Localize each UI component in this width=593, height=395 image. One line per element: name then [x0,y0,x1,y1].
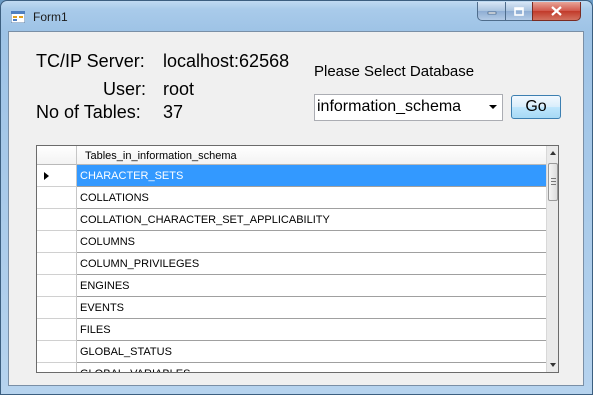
grip-line [551,181,556,182]
tables-grid[interactable]: Tables_in_information_schema CHARACTER_S… [36,145,559,373]
table-name-cell[interactable]: FILES [77,319,546,341]
table-name-cell[interactable]: COLLATION_CHARACTER_SET_APPLICABILITY [77,209,546,231]
vertical-scrollbar[interactable] [546,146,558,372]
table-row[interactable]: COLUMNS [37,231,546,253]
window-title: Form1 [33,10,68,24]
row-header[interactable] [37,363,77,372]
table-row[interactable]: ENGINES [37,275,546,297]
server-label: TC/IP Server: [36,51,145,71]
close-icon [551,6,562,16]
grid-column-header[interactable]: Tables_in_information_schema [77,146,546,165]
row-header[interactable] [37,165,77,187]
grip-line [551,178,556,179]
scroll-down-button[interactable] [547,358,558,372]
row-header[interactable] [37,231,77,253]
minimize-button[interactable] [477,2,506,21]
table-name-cell[interactable]: EVENTS [77,297,546,319]
table-name-cell[interactable]: ENGINES [77,275,546,297]
column-header-label: Tables_in_information_schema [85,150,237,162]
table-name-cell[interactable]: COLUMNS [77,231,546,253]
row-header[interactable] [37,187,77,209]
table-name-cell[interactable]: COLUMN_PRIVILEGES [77,253,546,275]
maximize-button[interactable] [505,2,533,21]
maximize-icon [514,6,524,16]
scroll-thumb[interactable] [548,163,558,201]
table-row[interactable]: EVENTS [37,297,546,319]
scroll-up-button[interactable] [547,146,558,160]
row-header[interactable] [37,297,77,319]
table-row[interactable]: FILES [37,319,546,341]
chevron-down-icon [489,105,497,109]
arrow-up-icon [550,151,556,155]
table-row[interactable]: COLUMN_PRIVILEGES [37,253,546,275]
row-header[interactable] [37,319,77,341]
app-window: Form1 TC/IP Server: localhost:62568 User… [0,0,593,395]
title-bar[interactable]: Form1 [1,1,592,31]
form-client-area: TC/IP Server: localhost:62568 User: root… [8,31,584,386]
grip-line [551,184,556,185]
user-value: root [163,79,195,99]
table-row[interactable]: COLLATION_CHARACTER_SET_APPLICABILITY [37,209,546,231]
go-button[interactable]: Go [511,95,561,119]
table-row[interactable]: GLOBAL_STATUS [37,341,546,363]
table-row[interactable]: GLOBAL_VARIABLES [37,363,546,372]
arrow-down-icon [550,363,556,367]
grid-corner-header [37,146,77,165]
server-value: localhost:62568 [163,51,290,71]
select-database-label: Please Select Database [314,63,475,80]
database-dropdown[interactable]: information_schema [314,94,503,121]
tables-count-label: No of Tables: [36,102,141,122]
close-button[interactable] [532,2,581,21]
row-header[interactable] [37,275,77,297]
current-row-pointer-icon [44,172,49,180]
database-dropdown-value: information_schema [317,98,462,115]
row-header[interactable] [37,253,77,275]
table-row[interactable]: CHARACTER_SETS [37,165,546,187]
table-row[interactable]: COLLATIONS [37,187,546,209]
table-name-cell[interactable]: GLOBAL_STATUS [77,341,546,363]
row-header[interactable] [37,341,77,363]
form-app-icon [11,11,25,23]
table-name-cell[interactable]: CHARACTER_SETS [77,165,546,187]
row-header[interactable] [37,209,77,231]
user-label: User: [103,79,147,99]
minimize-icon [487,11,496,15]
tables-count-value: 37 [163,102,184,122]
table-name-cell[interactable]: COLLATIONS [77,187,546,209]
table-name-cell[interactable]: GLOBAL_VARIABLES [77,363,546,372]
